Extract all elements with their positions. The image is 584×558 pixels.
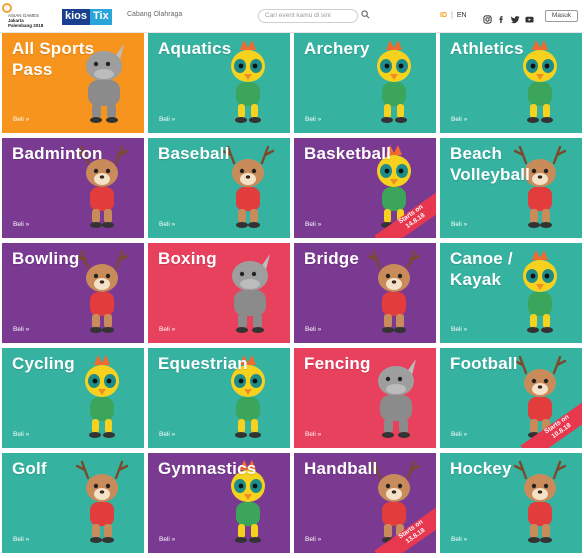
- asian-games-emblem-icon: [2, 3, 12, 13]
- top-navigation-bar: ASIAN GAMES Jakarta Palembang 2018 kios …: [0, 0, 584, 33]
- sport-title: Football: [450, 354, 518, 373]
- sport-tile-basketball[interactable]: Basketball Beli » Starts on 14.8.18: [294, 138, 436, 238]
- sport-tile-bowling[interactable]: Bowling Beli »: [2, 243, 144, 343]
- search-icon[interactable]: [361, 10, 370, 19]
- sport-tile-equestrian[interactable]: Equestrian Beli »: [148, 348, 290, 448]
- sport-title: Aquatics: [158, 39, 232, 58]
- buy-link[interactable]: Beli »: [13, 116, 29, 123]
- sport-title: Beach Volleyball: [450, 144, 531, 184]
- youtube-icon[interactable]: [525, 11, 534, 23]
- sport-title: Equestrian: [158, 354, 248, 373]
- buy-link[interactable]: Beli »: [451, 431, 467, 438]
- facebook-icon[interactable]: [497, 11, 506, 24]
- sport-title: Athletics: [450, 39, 524, 58]
- language-separator: |: [451, 12, 453, 19]
- buy-link[interactable]: Beli »: [305, 431, 321, 438]
- sport-tile-badminton[interactable]: Badminton Beli »: [2, 138, 144, 238]
- sport-tile-gymnastics[interactable]: Gymnastics Beli »: [148, 453, 290, 553]
- sports-grid: All Sports Pass Beli » Aquatics Beli » Arche…: [0, 33, 584, 558]
- sport-tile-handball[interactable]: Handball Beli » Starts on 13.8.18: [294, 453, 436, 553]
- sport-tile-aquatics[interactable]: Aquatics Beli »: [148, 33, 290, 133]
- buy-link[interactable]: Beli »: [305, 116, 321, 123]
- buy-link[interactable]: Beli »: [13, 431, 29, 438]
- sport-title: Bowling: [12, 249, 80, 268]
- language-id-option[interactable]: ID: [440, 12, 447, 19]
- sport-tile-cycling[interactable]: Cycling Beli »: [2, 348, 144, 448]
- sport-tile-athletics[interactable]: Athletics Beli »: [440, 33, 582, 133]
- sport-title: Badminton: [12, 144, 103, 163]
- language-en-option[interactable]: EN: [457, 12, 467, 19]
- kiostix-logo-part-2: Tix: [90, 9, 112, 25]
- buy-link[interactable]: Beli »: [13, 221, 29, 228]
- buy-link[interactable]: Beli »: [13, 536, 29, 543]
- sport-tile-bridge[interactable]: Bridge Beli »: [294, 243, 436, 343]
- buy-link[interactable]: Beli »: [451, 116, 467, 123]
- nav-cabang-olahraga[interactable]: Cabang Olahraga: [127, 11, 182, 18]
- sport-tile-fencing[interactable]: Fencing Beli »: [294, 348, 436, 448]
- sport-title: All Sports Pass: [12, 39, 95, 79]
- login-button[interactable]: Masuk: [545, 10, 578, 22]
- buy-link[interactable]: Beli »: [451, 221, 467, 228]
- kiostix-logo[interactable]: kios Tix: [62, 9, 112, 25]
- buy-link[interactable]: Beli »: [159, 431, 175, 438]
- buy-link[interactable]: Beli »: [305, 221, 321, 228]
- sport-title: Canoe / Kayak: [450, 249, 513, 289]
- buy-link[interactable]: Beli »: [451, 536, 467, 543]
- sport-title: Baseball: [158, 144, 230, 163]
- instagram-icon[interactable]: [483, 11, 492, 24]
- social-links: [483, 11, 534, 24]
- buy-link[interactable]: Beli »: [305, 536, 321, 543]
- search-input[interactable]: Cari event kamu di sini: [258, 9, 358, 23]
- twitter-icon[interactable]: [511, 11, 520, 24]
- sport-tile-football[interactable]: Football Beli » Starts on 10.8.18: [440, 348, 582, 448]
- sport-tile-hockey[interactable]: Hockey Beli »: [440, 453, 582, 553]
- sport-tile-all-sports-pass[interactable]: All Sports Pass Beli »: [2, 33, 144, 133]
- sport-tile-boxing[interactable]: Boxing Beli »: [148, 243, 290, 343]
- buy-link[interactable]: Beli »: [305, 326, 321, 333]
- buy-link[interactable]: Beli »: [159, 116, 175, 123]
- sport-tile-archery[interactable]: Archery Beli »: [294, 33, 436, 133]
- sport-title: Hockey: [450, 459, 512, 478]
- sport-tile-golf[interactable]: Golf Beli »: [2, 453, 144, 553]
- sport-title: Basketball: [304, 144, 392, 163]
- sport-tile-beach-volleyball[interactable]: Beach Volleyball Beli »: [440, 138, 582, 238]
- sport-title: Boxing: [158, 249, 217, 268]
- logo-line-3: Palembang 2018: [8, 23, 44, 28]
- buy-link[interactable]: Beli »: [159, 326, 175, 333]
- kiostix-logo-part-1: kios: [62, 9, 91, 25]
- sport-title: Golf: [12, 459, 47, 478]
- buy-link[interactable]: Beli »: [159, 536, 175, 543]
- sport-tile-canoe-kayak[interactable]: Canoe / Kayak Beli »: [440, 243, 582, 343]
- sport-tile-baseball[interactable]: Baseball Beli »: [148, 138, 290, 238]
- buy-link[interactable]: Beli »: [13, 326, 29, 333]
- sport-title: Handball: [304, 459, 378, 478]
- sport-title: Gymnastics: [158, 459, 257, 478]
- asian-games-logo[interactable]: ASIAN GAMES Jakarta Palembang 2018: [2, 3, 54, 30]
- buy-link[interactable]: Beli »: [451, 326, 467, 333]
- sport-title: Cycling: [12, 354, 75, 373]
- language-switcher: ID | EN: [440, 12, 467, 19]
- sport-title: Fencing: [304, 354, 371, 373]
- sport-title: Bridge: [304, 249, 360, 268]
- sport-title: Archery: [304, 39, 370, 58]
- buy-link[interactable]: Beli »: [159, 221, 175, 228]
